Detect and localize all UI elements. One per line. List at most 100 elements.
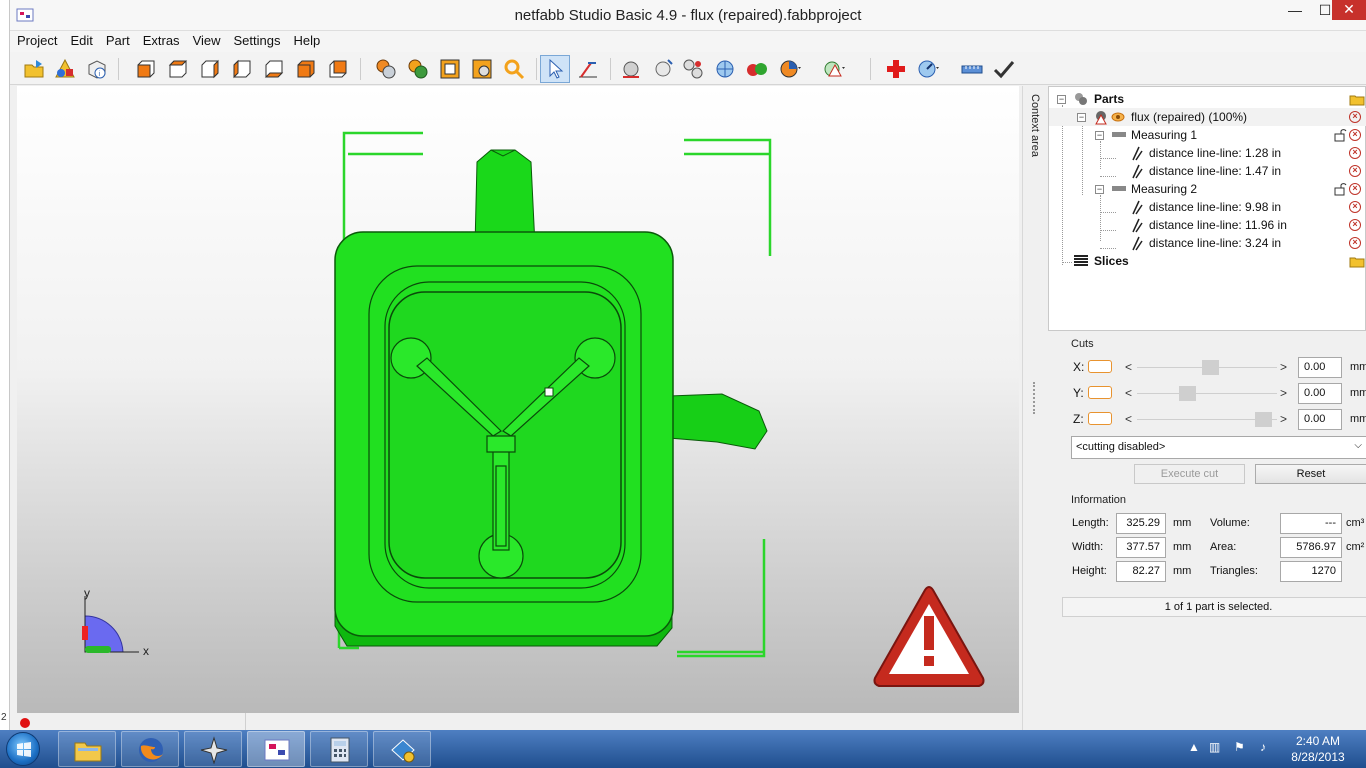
view-back-icon[interactable]	[166, 57, 190, 81]
cut-x-slider-thumb[interactable]	[1202, 360, 1220, 375]
remove-measure-icon[interactable]: ×	[1349, 201, 1361, 213]
part-info-icon[interactable]: i	[85, 57, 109, 81]
select-arrow-icon[interactable]	[540, 55, 570, 83]
shading-icon[interactable]	[374, 57, 398, 81]
taskbar-ninja-app[interactable]	[184, 731, 242, 767]
taskbar-fabb-tool[interactable]	[373, 731, 431, 767]
sphere-icon[interactable]	[619, 57, 643, 81]
cut-x-toggle[interactable]	[1088, 360, 1112, 373]
collapse-measuring2-icon[interactable]: −	[1095, 185, 1104, 194]
spheres-red-icon[interactable]	[745, 57, 769, 81]
spheres-group-icon[interactable]	[681, 57, 705, 81]
remove-measure-icon[interactable]: ×	[1349, 147, 1361, 159]
tree-measure-item[interactable]: distance line-line: 9.98 in ×	[1049, 198, 1366, 216]
action-center-icon[interactable]: ⚑	[1234, 740, 1245, 754]
menu-view[interactable]: View	[186, 31, 227, 48]
minimize-button[interactable]: —	[1280, 0, 1310, 22]
cut-y-right-arrow-icon[interactable]: >	[1280, 386, 1287, 400]
lock-icon[interactable]	[1333, 182, 1347, 196]
view-top-icon[interactable]	[262, 57, 286, 81]
remove-measure-icon[interactable]: ×	[1349, 237, 1361, 249]
menu-settings[interactable]: Settings	[227, 31, 287, 48]
ruler-icon[interactable]	[960, 57, 984, 81]
tree-measuring2-row[interactable]: − Measuring 2 ×	[1049, 180, 1366, 198]
model-canvas[interactable]	[17, 86, 1019, 713]
start-button[interactable]	[6, 732, 40, 766]
open-project-icon[interactable]	[22, 57, 46, 81]
cut-y-input[interactable]: 0.00	[1298, 383, 1342, 404]
view-left-icon[interactable]	[198, 57, 222, 81]
apply-check-icon[interactable]	[992, 57, 1016, 81]
cut-y-toggle[interactable]	[1088, 386, 1112, 399]
textured-icon[interactable]	[406, 57, 430, 81]
tree-part-row[interactable]: − flux (repaired) (100%) ×	[1049, 108, 1366, 126]
cut-y-slider-thumb[interactable]	[1178, 386, 1196, 401]
dial-dropdown-icon[interactable]	[916, 57, 940, 81]
menu-part[interactable]: Part	[99, 31, 136, 48]
menu-extras[interactable]: Extras	[136, 31, 186, 48]
pie-menu-icon[interactable]	[778, 57, 802, 81]
open-folder-icon[interactable]	[1349, 92, 1365, 106]
cut-z-slider-thumb[interactable]	[1255, 412, 1273, 427]
tree-measure-item[interactable]: distance line-line: 1.28 in ×	[1049, 144, 1366, 162]
tree-measure-item[interactable]: distance line-line: 1.47 in ×	[1049, 162, 1366, 180]
view-front-icon[interactable]	[134, 57, 158, 81]
collapse-measuring1-icon[interactable]: −	[1095, 131, 1104, 140]
collapse-parts-icon[interactable]: −	[1057, 95, 1066, 104]
reset-button[interactable]: Reset	[1255, 464, 1366, 484]
remove-measure-icon[interactable]: ×	[1349, 165, 1361, 177]
zoom-icon[interactable]	[502, 57, 526, 81]
visibility-eye-icon[interactable]	[1111, 110, 1125, 124]
width-label: Width:	[1072, 541, 1104, 553]
cut-z-input[interactable]: 0.00	[1298, 409, 1342, 430]
menu-help[interactable]: Help	[287, 31, 327, 48]
view-camera-icon[interactable]	[470, 57, 494, 81]
lock-icon[interactable]	[1333, 128, 1347, 142]
view-bottom-icon[interactable]	[294, 57, 318, 81]
cut-y-left-arrow-icon[interactable]: <	[1125, 386, 1132, 400]
system-clock[interactable]: 2:40 AM 8/28/2013	[1284, 733, 1352, 765]
repair-cross-icon[interactable]	[884, 57, 908, 81]
cut-x-right-arrow-icon[interactable]: >	[1280, 360, 1287, 374]
cut-z-toggle[interactable]	[1088, 412, 1112, 425]
context-area-strip[interactable]: Context area	[1022, 86, 1046, 732]
tree-slices-row[interactable]: Slices	[1049, 252, 1366, 270]
close-button[interactable]: ✕	[1332, 0, 1366, 20]
menu-project[interactable]: Project	[10, 31, 63, 48]
taskbar-netfabb[interactable]	[247, 731, 305, 767]
remove-measuring1-icon[interactable]: ×	[1349, 129, 1361, 141]
menu-edit[interactable]: Edit	[63, 31, 98, 48]
measure-icon[interactable]	[576, 57, 600, 81]
spheres-blue-icon[interactable]	[713, 57, 737, 81]
volume-icon[interactable]: ♪	[1260, 740, 1266, 754]
cutting-mode-select[interactable]: <cutting disabled> ⌵	[1071, 436, 1366, 459]
tree-measuring1-row[interactable]: − Measuring 1 ×	[1049, 126, 1366, 144]
add-part-icon[interactable]	[53, 57, 77, 81]
warning-dropdown-icon[interactable]	[822, 57, 846, 81]
tree-measure-item[interactable]: distance line-line: 11.96 in ×	[1049, 216, 1366, 234]
cut-y-slider[interactable]	[1137, 393, 1277, 394]
taskbar-firefox[interactable]	[121, 731, 179, 767]
cut-z-right-arrow-icon[interactable]: >	[1280, 412, 1287, 426]
execute-cut-button[interactable]: Execute cut	[1134, 464, 1245, 484]
wireframe-icon[interactable]	[438, 57, 462, 81]
remove-measure-icon[interactable]: ×	[1349, 219, 1361, 231]
open-folder-icon[interactable]	[1349, 254, 1365, 268]
network-icon[interactable]: ▥	[1209, 740, 1220, 754]
3d-viewport[interactable]: y x	[17, 86, 1019, 713]
collapse-part-icon[interactable]: −	[1077, 113, 1086, 122]
view-perspective-icon[interactable]	[326, 57, 350, 81]
remove-part-icon[interactable]: ×	[1349, 111, 1361, 123]
cut-x-left-arrow-icon[interactable]: <	[1125, 360, 1132, 374]
cut-x-input[interactable]: 0.00	[1298, 357, 1342, 378]
tree-parts-row[interactable]: − Parts	[1049, 90, 1366, 108]
show-hidden-icons-icon[interactable]: ▲	[1188, 740, 1200, 754]
remove-measuring2-icon[interactable]: ×	[1349, 183, 1361, 195]
taskbar-calculator[interactable]	[310, 731, 368, 767]
view-right-icon[interactable]	[230, 57, 254, 81]
cut-z-left-arrow-icon[interactable]: <	[1125, 412, 1132, 426]
taskbar-explorer[interactable]	[58, 731, 116, 767]
splitter-grip-icon[interactable]	[1033, 382, 1035, 414]
tree-measure-item[interactable]: distance line-line: 3.24 in ×	[1049, 234, 1366, 252]
sphere-light-icon[interactable]	[651, 57, 675, 81]
